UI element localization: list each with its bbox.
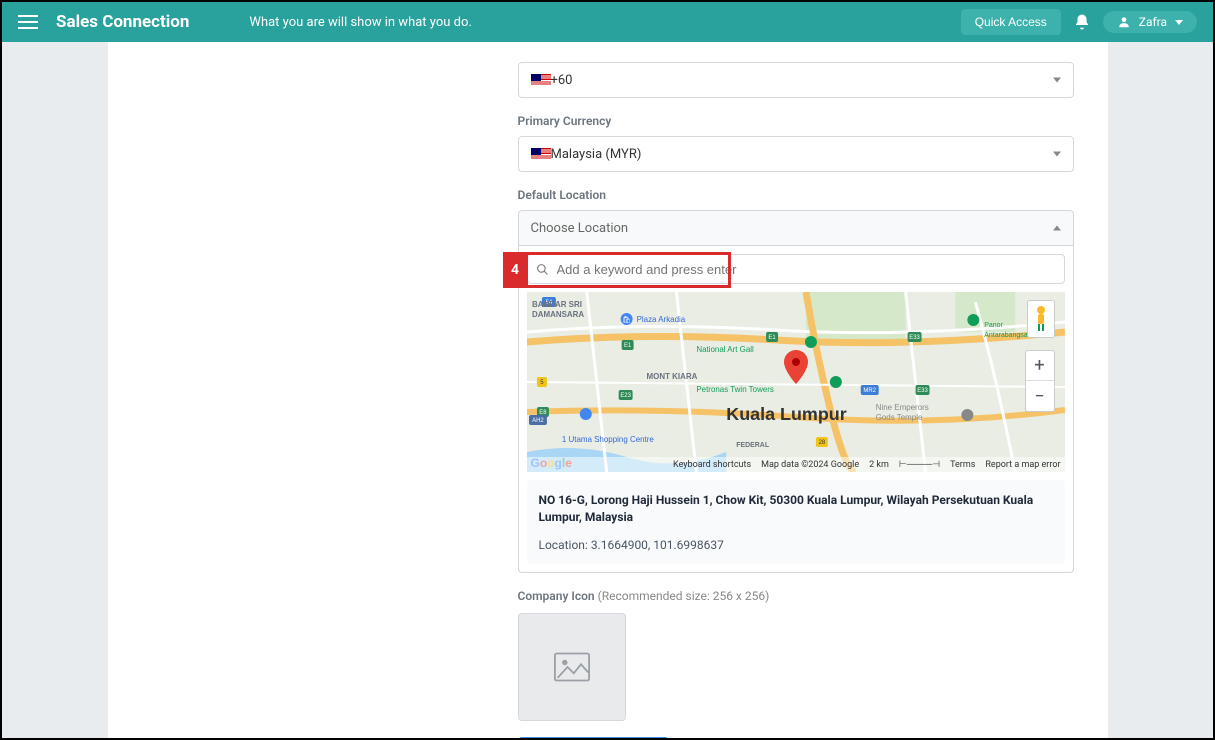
svg-text:E23: E23	[620, 393, 631, 399]
svg-text:MR2: MR2	[863, 388, 876, 394]
bell-icon[interactable]	[1073, 13, 1091, 31]
svg-text:Gods Temple: Gods Temple	[875, 413, 922, 422]
svg-text:Petronas Twin Towers: Petronas Twin Towers	[696, 385, 774, 394]
svg-text:BANDAR SRI: BANDAR SRI	[531, 300, 581, 309]
address-text: NO 16-G, Lorong Haji Hussein 1, Chow Kit…	[539, 492, 1053, 526]
map-pin-icon	[784, 350, 808, 388]
map-scale: 2 km	[869, 460, 889, 470]
svg-text:1 Utama Shopping Centre: 1 Utama Shopping Centre	[561, 435, 654, 444]
chevron-down-icon	[1053, 152, 1061, 157]
primary-currency-select[interactable]: Malaysia (MYR)	[518, 136, 1074, 172]
location-panel: 4	[518, 246, 1074, 573]
location-search-input[interactable]	[557, 262, 1056, 277]
user-menu[interactable]: Zafra	[1103, 11, 1197, 33]
address-display: NO 16-G, Lorong Haji Hussein 1, Chow Kit…	[527, 480, 1065, 564]
svg-text:E1: E1	[623, 343, 631, 349]
select-company-icon-button[interactable]: Select company icon	[518, 737, 670, 738]
svg-text:Plaza Arkadia: Plaza Arkadia	[636, 315, 685, 324]
avatar-icon	[1117, 15, 1131, 29]
currency-value: Malaysia (MYR)	[551, 147, 642, 162]
quick-access-button[interactable]: Quick Access	[961, 9, 1061, 35]
default-location-toggle[interactable]: Choose Location	[518, 210, 1074, 246]
search-icon	[536, 263, 549, 276]
map[interactable]: 54 E33 E1 E1 5 E23 MR2 E8 E33 AH2 28	[527, 292, 1065, 472]
zoom-in-button[interactable]: +	[1026, 351, 1054, 381]
svg-text:Antarabangsa: Antarabangsa	[984, 332, 1027, 339]
choose-location-text: Choose Location	[531, 221, 629, 236]
coords-text: Location: 3.1664900, 101.6998637	[539, 538, 1053, 552]
zoom-controls: + −	[1025, 350, 1055, 412]
company-icon-placeholder[interactable]	[518, 613, 626, 721]
svg-text:E1: E1	[768, 335, 776, 341]
keyboard-shortcuts-link[interactable]: Keyboard shortcuts	[673, 460, 751, 470]
chevron-down-icon	[1175, 20, 1183, 25]
menu-icon[interactable]	[18, 12, 38, 32]
chevron-up-icon	[1053, 226, 1061, 231]
zoom-out-button[interactable]: −	[1026, 381, 1054, 411]
form-card: +60 Primary Currency Malaysia (MYR) Defa…	[108, 42, 1108, 738]
phone-code-value: +60	[551, 73, 573, 88]
svg-text:E33: E33	[917, 388, 928, 394]
svg-text:DAMANSARA: DAMANSARA	[531, 310, 583, 319]
malaysia-flag-icon	[531, 148, 551, 160]
svg-text:National Art Gall: National Art Gall	[696, 345, 754, 354]
pegman-icon[interactable]	[1027, 300, 1055, 338]
svg-text:🛍: 🛍	[622, 315, 631, 324]
tagline: What you are will show in what you do.	[249, 15, 471, 30]
svg-text:Kuala Lumpur: Kuala Lumpur	[726, 404, 846, 424]
location-search-row: 4	[527, 254, 1065, 284]
svg-text:FEDERAL: FEDERAL	[736, 442, 770, 449]
svg-text:Nine Emperors: Nine Emperors	[875, 403, 928, 412]
svg-text:MONT KIARA: MONT KIARA	[646, 372, 697, 381]
chevron-down-icon	[1053, 78, 1061, 83]
primary-currency-label: Primary Currency	[518, 114, 1074, 128]
main-content: +60 Primary Currency Malaysia (MYR) Defa…	[2, 42, 1213, 738]
terms-link[interactable]: Terms	[950, 460, 975, 470]
map-attribution: Keyboard shortcuts Map data ©2024 Google…	[527, 457, 1065, 472]
image-placeholder-icon	[554, 652, 590, 682]
svg-text:28: 28	[818, 440, 825, 446]
map-data-text: Map data ©2024 Google	[761, 460, 859, 470]
svg-text:Panor: Panor	[984, 322, 1003, 329]
report-link[interactable]: Report a map error	[985, 460, 1060, 470]
svg-text:AH2: AH2	[532, 418, 544, 424]
app-header: Sales Connection What you are will show …	[2, 2, 1213, 42]
user-name: Zafra	[1139, 15, 1167, 29]
default-location-label: Default Location	[518, 188, 1074, 202]
step-badge: 4	[503, 252, 528, 288]
brand-name: Sales Connection	[56, 12, 189, 32]
malaysia-flag-icon	[531, 74, 551, 86]
company-icon-label: Company Icon (Recommended size: 256 x 25…	[518, 589, 1074, 603]
svg-text:E33: E33	[909, 335, 920, 341]
phone-code-select[interactable]: +60	[518, 62, 1074, 98]
